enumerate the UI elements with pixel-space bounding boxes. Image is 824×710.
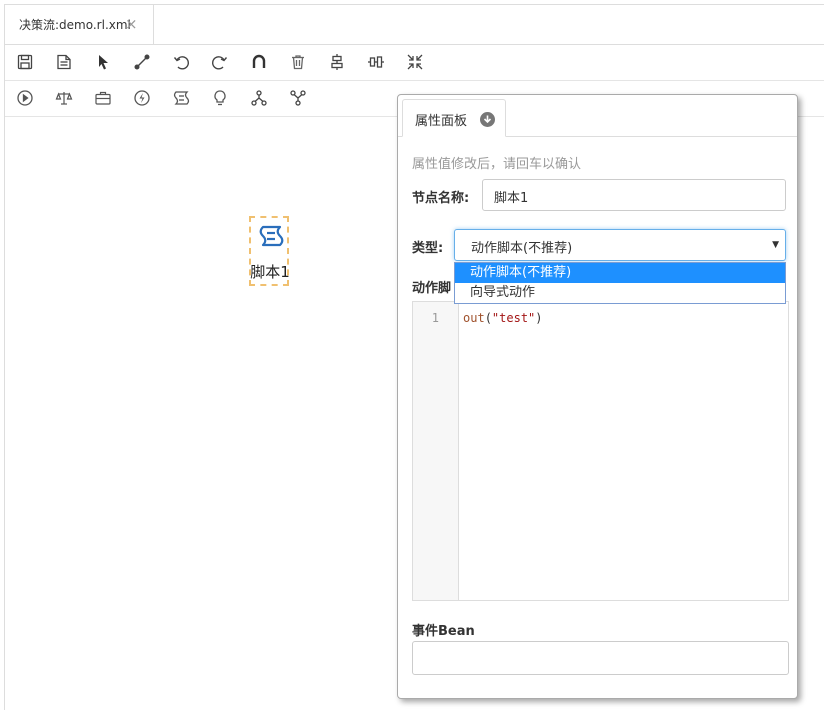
- node-name-label: 节点名称:: [412, 191, 470, 206]
- collapse-icon[interactable]: [405, 52, 425, 72]
- delete-icon[interactable]: [288, 52, 308, 72]
- type-option-guided-action[interactable]: 向导式动作: [455, 283, 785, 303]
- type-selected-value: 动作脚本(不推荐): [471, 241, 573, 256]
- type-option-action-script[interactable]: 动作脚本(不推荐): [455, 263, 785, 283]
- code-function: out: [463, 311, 485, 325]
- rule-node-icon[interactable]: [54, 88, 74, 108]
- package-node-icon[interactable]: [93, 88, 113, 108]
- panel-hint: 属性值修改后，请回车以确认: [412, 157, 582, 172]
- event-bean-label: 事件Bean: [412, 624, 475, 639]
- pointer-icon[interactable]: [93, 52, 113, 72]
- panel-tab-bar: 属性面板: [398, 95, 797, 137]
- type-select[interactable]: 动作脚本(不推荐) ▼: [454, 229, 786, 261]
- type-dropdown: 动作脚本(不推荐) 向导式动作: [454, 262, 786, 304]
- property-panel: 属性面板 属性值修改后，请回车以确认 节点名称: 脚本1 类型: 动作脚本(不推…: [397, 94, 798, 699]
- script-icon: [257, 222, 285, 250]
- redo-icon[interactable]: [210, 52, 230, 72]
- fork-node-icon[interactable]: [249, 88, 269, 108]
- code-paren-open: (: [484, 311, 492, 325]
- line-number: 1: [431, 311, 439, 325]
- event-bean-field[interactable]: [412, 641, 789, 675]
- node-name-field[interactable]: 脚本1: [482, 179, 786, 211]
- editor-gutter: 1: [413, 302, 459, 600]
- code-line[interactable]: out("test"): [463, 311, 543, 325]
- magnet-icon[interactable]: [249, 52, 269, 72]
- script-node-icon[interactable]: [171, 88, 191, 108]
- save-icon[interactable]: [15, 52, 35, 72]
- chevron-down-icon: ▼: [772, 240, 779, 250]
- join-node-icon[interactable]: [288, 88, 308, 108]
- tab-label: 决策流:demo.rl.xml: [19, 18, 131, 32]
- close-icon[interactable]: ×: [125, 17, 138, 32]
- connection-icon[interactable]: [132, 52, 152, 72]
- node-label: 脚本1: [250, 263, 290, 281]
- tab-demo-rl-xml[interactable]: 决策流:demo.rl.xml ×: [5, 5, 154, 44]
- code-paren-close: ): [535, 311, 543, 325]
- save-as-icon[interactable]: [54, 52, 74, 72]
- action-node-icon[interactable]: [132, 88, 152, 108]
- script-label: 动作脚: [412, 281, 452, 296]
- undo-icon[interactable]: [171, 52, 191, 72]
- code-editor[interactable]: 1 out("test"): [412, 301, 789, 601]
- align-middle-icon[interactable]: [366, 52, 386, 72]
- arrow-down-circle-icon[interactable]: [480, 112, 495, 127]
- script-node[interactable]: 脚本1: [249, 216, 290, 286]
- tab-bar: 决策流:demo.rl.xml ×: [5, 5, 824, 45]
- code-string: "test": [491, 311, 536, 325]
- toolbar-edit: [5, 45, 824, 81]
- start-node-icon[interactable]: [15, 88, 35, 108]
- tab-property-panel[interactable]: 属性面板: [402, 99, 506, 137]
- type-label: 类型:: [412, 241, 444, 256]
- align-center-icon[interactable]: [327, 52, 347, 72]
- idea-node-icon[interactable]: [210, 88, 230, 108]
- panel-tab-label: 属性面板: [415, 114, 468, 129]
